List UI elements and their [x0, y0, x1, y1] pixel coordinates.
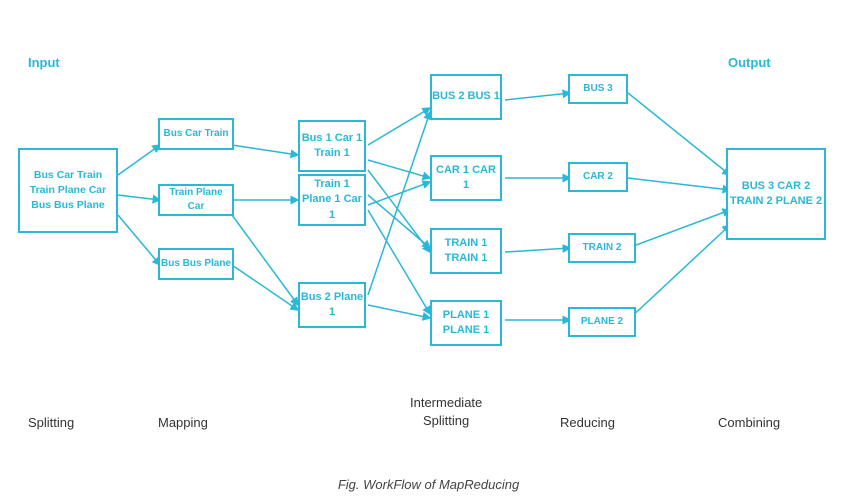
- map-box-2: Train Plane Car: [158, 184, 234, 216]
- stage-combining: Combining: [718, 415, 780, 430]
- map-box-3: Bus Bus Plane: [158, 248, 234, 280]
- output-box: BUS 3 CAR 2 TRAIN 2 PLANE 2: [726, 148, 826, 240]
- split-box-3: Bus 2 Plane 1: [298, 282, 366, 328]
- diagram-container: Input Bus Car Train Train Plane Car Bus …: [0, 0, 857, 460]
- map-box-1: Bus Car Train: [158, 118, 234, 150]
- inter-box-2: CAR 1 CAR 1: [430, 155, 502, 201]
- stage-intermediate: Intermediate Splitting: [410, 394, 482, 430]
- reduce-box-2: CAR 2: [568, 162, 628, 192]
- reduce-box-1: BUS 3: [568, 74, 628, 104]
- input-box: Bus Car Train Train Plane Car Bus Bus Pl…: [18, 148, 118, 233]
- split-box-1: Bus 1 Car 1 Train 1: [298, 120, 366, 172]
- inter-box-4: PLANE 1 PLANE 1: [430, 300, 502, 346]
- reduce-box-3: TRAIN 2: [568, 233, 636, 263]
- inter-box-3: TRAIN 1 TRAIN 1: [430, 228, 502, 274]
- inter-box-1: BUS 2 BUS 1: [430, 74, 502, 120]
- stage-splitting: Splitting: [28, 415, 74, 430]
- split-box-2: Train 1 Plane 1 Car 1: [298, 174, 366, 226]
- reduce-box-4: PLANE 2: [568, 307, 636, 337]
- stage-mapping: Mapping: [158, 415, 208, 430]
- fig-caption: Fig. WorkFlow of MapReducing: [0, 477, 857, 492]
- output-label: Output: [728, 55, 771, 70]
- input-label: Input: [28, 55, 60, 70]
- stage-reducing: Reducing: [560, 415, 615, 430]
